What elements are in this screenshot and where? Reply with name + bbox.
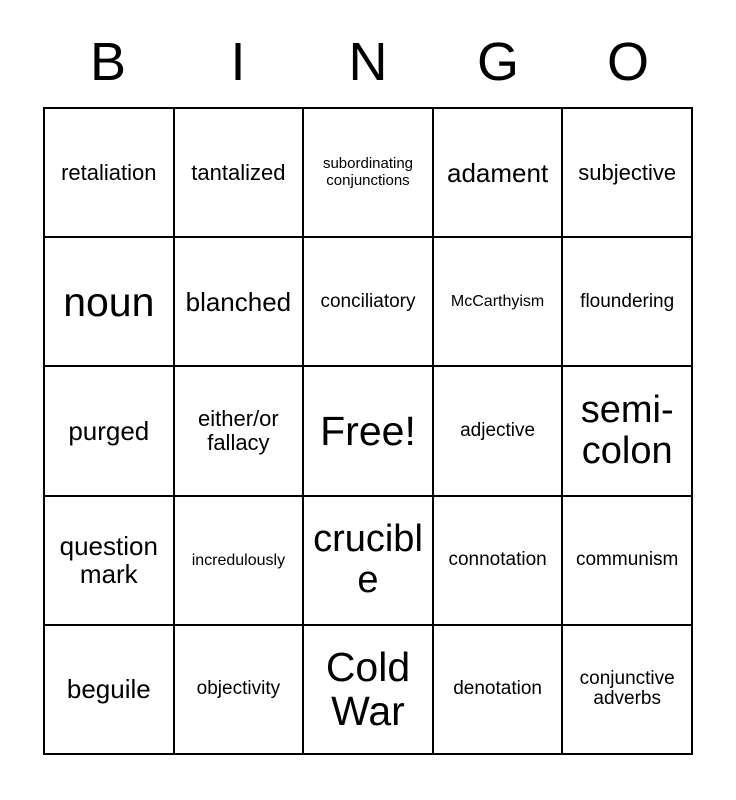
bingo-cell[interactable]: communism: [563, 496, 693, 626]
bingo-cell-label: adjective: [460, 419, 536, 441]
bingo-cell[interactable]: conciliatory: [304, 238, 434, 368]
bingo-cell-label: conjunctive adverbs: [579, 667, 675, 710]
bingo-cell[interactable]: tantalized: [174, 109, 305, 239]
bingo-header-letter-b: B: [89, 32, 127, 92]
bingo-header-letter-n: N: [348, 32, 388, 92]
bingo-cell-label: semi-colon: [580, 388, 674, 472]
bingo-cell[interactable]: either/or fallacy: [174, 367, 305, 497]
bingo-cell-label: crucible: [313, 518, 423, 602]
bingo-cell-label: tantalized: [191, 159, 286, 185]
bingo-cell-label: floundering: [580, 290, 675, 312]
bingo-cell-label: subjective: [578, 159, 677, 185]
bingo-cell-label: McCarthyism: [450, 293, 545, 311]
bingo-cell[interactable]: adament: [433, 109, 564, 239]
bingo-cell-label: beguile: [66, 674, 151, 705]
bingo-cell-label: noun: [63, 278, 155, 325]
bingo-cell[interactable]: objectivity: [174, 625, 305, 755]
bingo-cell[interactable]: conjunctive adverbs: [563, 625, 693, 755]
bingo-cell[interactable]: blanched: [174, 238, 305, 368]
bingo-cell[interactable]: Cold War: [304, 625, 434, 755]
bingo-cell[interactable]: noun: [45, 238, 175, 368]
bingo-cell[interactable]: floundering: [563, 238, 693, 368]
bingo-cell-label: blanched: [185, 286, 292, 317]
bingo-cell-label: objectivity: [196, 678, 281, 700]
bingo-cell[interactable]: Free!: [304, 367, 434, 497]
bingo-cell-label: incredulously: [191, 551, 286, 569]
bingo-cell[interactable]: semi-colon: [563, 367, 693, 497]
bingo-cell-label: Free!: [320, 407, 416, 454]
bingo-cell-label: retaliation: [61, 159, 157, 185]
bingo-card: B I N G O retaliation tantalized subordina…: [0, 0, 736, 800]
bingo-cell[interactable]: question mark: [45, 496, 175, 626]
bingo-cell[interactable]: subjective: [563, 109, 693, 239]
bingo-cell-label: either/or fallacy: [198, 406, 279, 455]
bingo-cell[interactable]: incredulously: [174, 496, 305, 626]
bingo-cell[interactable]: connotation: [433, 496, 564, 626]
bingo-cell[interactable]: beguile: [45, 625, 175, 755]
bingo-header: B I N G O: [43, 24, 693, 100]
bingo-cell-label: question mark: [59, 531, 158, 590]
bingo-cell-label: communism: [575, 548, 679, 570]
bingo-cell[interactable]: purged: [45, 367, 175, 497]
bingo-cell-label: purged: [68, 415, 150, 446]
bingo-cell[interactable]: McCarthyism: [433, 238, 564, 368]
bingo-cell-label: subordinating conjunctions: [322, 155, 414, 189]
bingo-cell-label: Cold War: [325, 644, 411, 735]
bingo-cell[interactable]: retaliation: [45, 109, 175, 239]
bingo-cell-label: denotation: [453, 678, 542, 700]
bingo-grid: retaliation tantalized subordinating conju…: [43, 107, 693, 755]
bingo-cell-label: connotation: [448, 548, 547, 570]
bingo-cell[interactable]: denotation: [433, 625, 564, 755]
bingo-header-letter-o: O: [606, 32, 649, 92]
bingo-cell[interactable]: subordinating conjunctions: [304, 109, 434, 239]
bingo-header-letter-i: I: [230, 32, 246, 92]
bingo-cell-label: conciliatory: [320, 290, 416, 312]
bingo-cell[interactable]: adjective: [433, 367, 564, 497]
bingo-cell[interactable]: crucible: [304, 496, 434, 626]
bingo-header-letter-g: G: [476, 32, 519, 92]
bingo-cell-label: adament: [447, 157, 549, 188]
